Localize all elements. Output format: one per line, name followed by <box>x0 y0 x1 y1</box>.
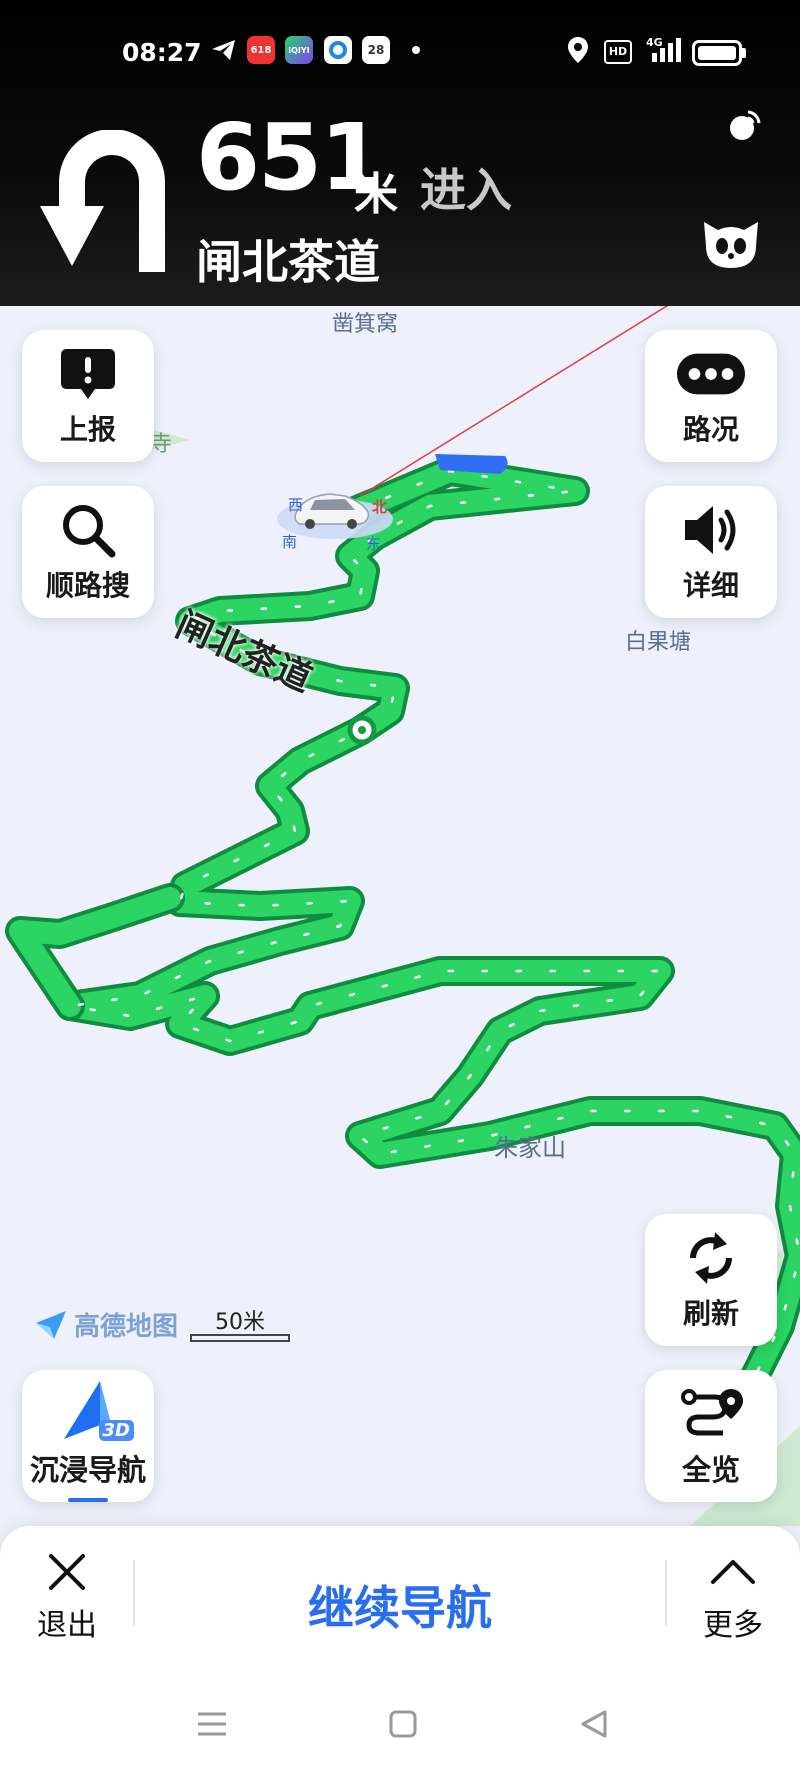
traffic-button[interactable]: 路况 <box>645 330 777 462</box>
detail-button[interactable]: 详细 <box>645 486 777 618</box>
signal-radar-icon[interactable] <box>726 108 762 148</box>
immersive-nav-label: 沉浸导航 <box>29 1453 146 1487</box>
amap-logo-text: 高德地图 <box>74 1312 179 1342</box>
status-time: 08:27 <box>122 38 202 67</box>
app-618-icon: 618 <box>247 36 275 64</box>
place-label-right: 白果塘 <box>625 630 692 655</box>
search-along-label: 顺路搜 <box>45 569 130 602</box>
search-along-button[interactable]: 顺路搜 <box>22 486 154 618</box>
home-icon[interactable] <box>383 1704 423 1744</box>
calendar-28-icon: 28 <box>362 36 390 64</box>
report-alert-icon <box>53 344 123 404</box>
chevron-up-icon <box>711 1560 755 1584</box>
search-icon <box>53 500 123 560</box>
immersive-3d-badge: 3D <box>98 1420 134 1441</box>
divider-left <box>133 1560 135 1626</box>
continue-navigation-button[interactable]: 继续导航 <box>200 1572 600 1638</box>
overview-button[interactable]: 全览 <box>645 1370 777 1502</box>
place-label-top: 凿箕窝 <box>332 312 399 337</box>
hd-badge: HD <box>604 40 632 64</box>
amap-logo: 高德地图 <box>34 1306 178 1343</box>
divider-right <box>665 1560 667 1626</box>
bottom-bar: 退出 继续导航 更多 <box>0 1526 800 1778</box>
menu-icon[interactable] <box>192 1704 232 1744</box>
iqiyi-icon: iQIYI <box>285 36 313 64</box>
detail-label: 详细 <box>682 569 739 602</box>
close-icon <box>49 1554 85 1590</box>
u-turn-icon <box>40 129 168 276</box>
immersive-active-bar <box>68 1498 108 1502</box>
report-label: 上报 <box>59 413 116 446</box>
location-icon <box>566 36 590 64</box>
notification-dot <box>412 46 420 54</box>
immersive-nav-icon: 3D <box>42 1381 134 1443</box>
speaker-icon <box>676 500 746 560</box>
overview-label: 全览 <box>681 1453 740 1487</box>
refresh-label: 刷新 <box>682 1297 739 1330</box>
more-dots-icon <box>676 344 746 404</box>
map-scale: 50米 <box>190 1304 290 1336</box>
next-road-name: 闸北茶道 <box>196 235 380 289</box>
more-label: 更多 <box>703 1608 763 1643</box>
battery-icon <box>692 40 746 66</box>
exit-button[interactable]: 退出 <box>12 1550 122 1644</box>
back-icon[interactable] <box>574 1704 614 1744</box>
compass-east: 东 <box>366 535 382 553</box>
immersive-nav-button[interactable]: 3D 沉浸导航 <box>22 1370 154 1502</box>
place-label-bottom: 朱家山 <box>494 1134 566 1162</box>
route-overview-icon <box>676 1383 746 1443</box>
traffic-label: 路况 <box>682 413 739 446</box>
refresh-icon <box>676 1228 746 1288</box>
report-button[interactable]: 上报 <box>22 330 154 462</box>
telegram-icon <box>210 36 238 64</box>
signal-icon <box>650 36 684 64</box>
map-scale-bar <box>190 1334 290 1342</box>
more-button[interactable]: 更多 <box>678 1550 788 1644</box>
compass-north: 北 <box>372 498 388 516</box>
app-circle-icon <box>324 36 352 64</box>
maneuver-action: 进入 <box>420 163 512 217</box>
exit-label: 退出 <box>37 1608 97 1643</box>
nav-header: 08:27 618 iQIYI 28 HD 4G 651 米 进入 闸北茶道 <box>0 0 800 306</box>
amap-logo-icon <box>36 1310 66 1339</box>
compass-west: 西 <box>288 496 304 514</box>
distance-unit: 米 <box>354 169 398 220</box>
assistant-cat-icon[interactable] <box>700 216 762 276</box>
compass-south: 南 <box>282 533 298 551</box>
refresh-button[interactable]: 刷新 <box>645 1214 777 1346</box>
